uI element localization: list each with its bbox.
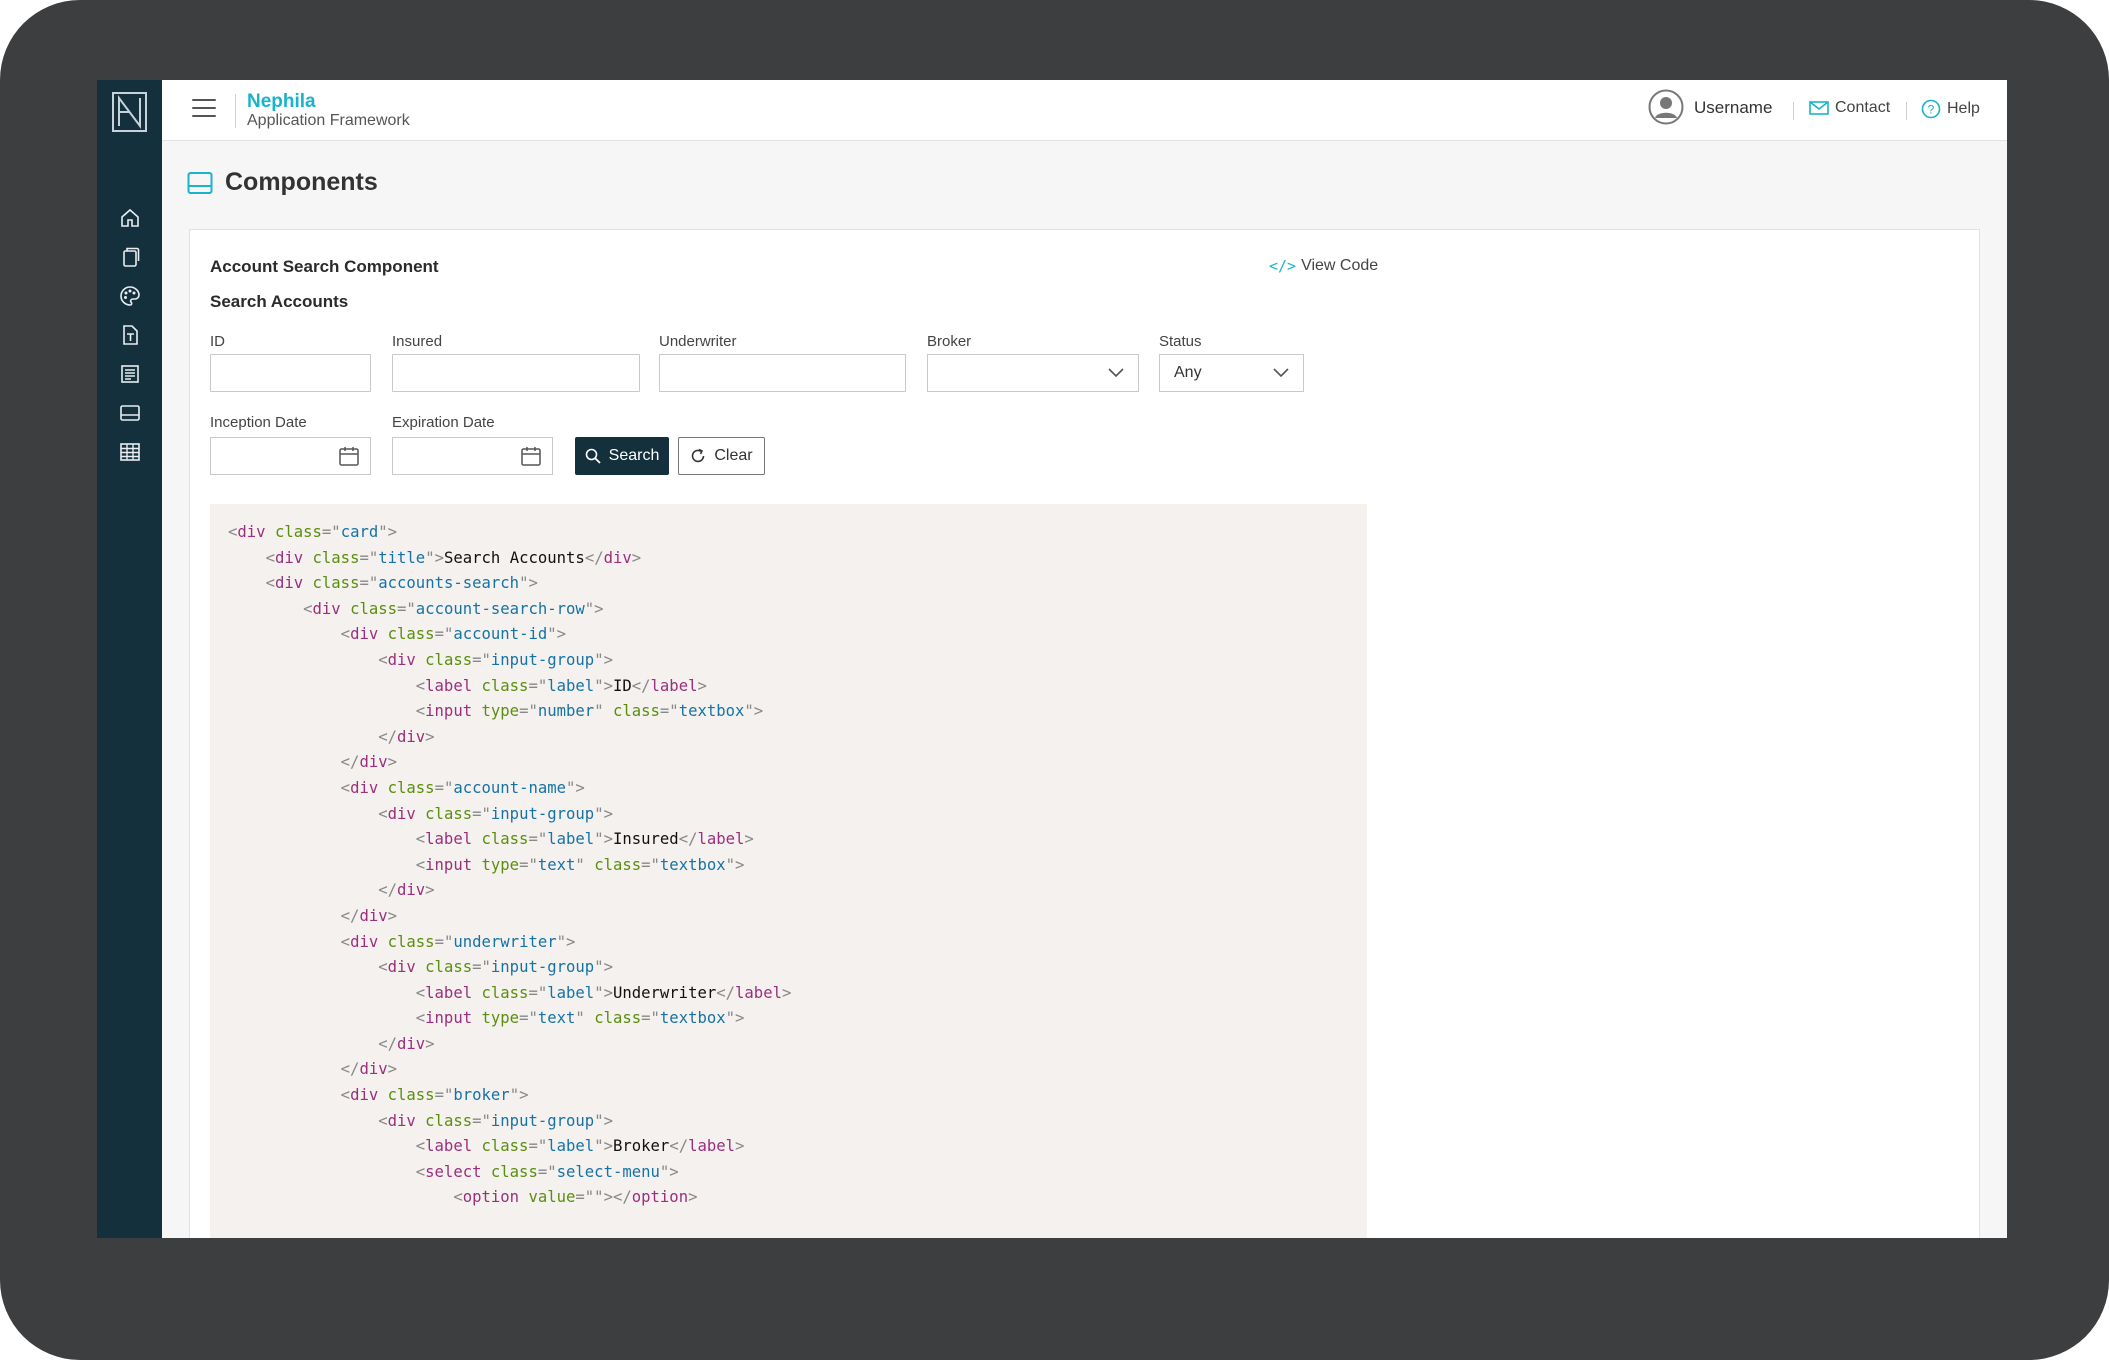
code-line: <div class="account-name"> [340,778,585,797]
search-accounts-title: Search Accounts [210,292,349,311]
top-bar: Nephila Application Framework Username C… [162,80,2007,141]
inception-date-input[interactable] [210,437,371,475]
card-title: Account Search Component [210,257,439,276]
code-icon: </> [1269,257,1297,275]
code-line: <input type="text" class="textbox"> [415,855,745,874]
brand-divider [235,94,236,128]
clear-button-label: Clear [714,447,753,464]
contact-link[interactable]: Contact [1809,99,1890,117]
code-line: <select class="select-menu"> [415,1162,679,1181]
status-select[interactable]: Any [1159,354,1304,392]
code-line: <label class="label">ID</label> [415,676,707,695]
expiration-date-label: Expiration Date [392,414,495,431]
code-line: <div class="card"> [228,523,398,541]
search-icon [585,448,601,464]
status-label: Status [1159,333,1202,350]
nav-divider [1793,102,1794,120]
code-line: <option value=""></option> [453,1188,698,1207]
calendar-icon[interactable] [338,445,360,467]
palette-icon [119,285,140,306]
code-line: <label class="label">Broker</label> [415,1137,745,1156]
clear-button[interactable]: Clear [678,437,765,475]
code-block: <div class="card"> <div class="title">Se… [210,504,1367,1238]
code-line: <div class="input-group"> [378,650,613,669]
help-link[interactable]: ? Help [1921,99,1980,119]
menu-toggle-button[interactable] [192,99,216,121]
code-line: <div class="input-group"> [378,804,613,823]
underwriter-label: Underwriter [659,333,737,350]
account-search-card: Account Search Component </> View Code S… [189,229,1980,1238]
user-avatar-icon[interactable] [1648,89,1684,125]
sidebar-item-components[interactable] [97,393,162,432]
status-selected-value: Any [1174,364,1202,381]
code-line: <input type="text" class="textbox"> [415,1009,745,1028]
code-line: <div class="title">Search Accounts</div> [265,548,642,567]
mail-icon [1809,101,1829,115]
expiration-date-input[interactable] [392,437,553,475]
search-button-label: Search [608,447,660,464]
broker-label: Broker [927,333,972,350]
brand-name[interactable]: Nephila [247,91,316,113]
underwriter-input[interactable] [659,354,906,392]
code-line: <div class="account-id"> [340,625,567,644]
code-line: </div> [378,727,435,746]
code-line: <div class="accounts-search"> [265,574,538,593]
help-icon: ? [1921,99,1941,119]
page-title: Components [225,168,378,196]
svg-text:?: ? [1928,103,1935,117]
nephila-logo[interactable] [112,92,147,132]
sidebar-item-typography[interactable] [97,315,162,354]
chevron-down-icon [1108,368,1124,378]
broker-select[interactable] [927,354,1139,392]
app-window: Nephila Application Framework Username C… [97,80,2007,1238]
sidebar-item-forms[interactable] [97,354,162,393]
username[interactable]: Username [1694,98,1772,118]
contact-label: Contact [1835,99,1891,116]
help-label: Help [1947,100,1980,117]
id-label: ID [210,333,225,350]
code-line: </div> [378,881,435,900]
home-icon [120,208,139,227]
code-line: <label class="label">Insured</label> [415,830,754,849]
code-line: <div class="account-search-row"> [303,599,604,618]
insured-label: Insured [392,333,443,350]
code-line: <label class="label">Underwriter</label> [415,983,792,1002]
inception-date-label: Inception Date [210,414,307,431]
code-line: </div> [340,906,398,925]
code-line: </div> [340,1060,398,1079]
pages-icon [122,247,139,267]
forms-icon [120,364,139,383]
hamburger-icon [192,99,216,101]
device-frame: Nephila Application Framework Username C… [0,0,2109,1360]
code-line: <div class="underwriter"> [340,932,576,951]
page-header: Components [187,168,378,197]
view-code-label: View Code [1301,257,1379,274]
brand-subtitle: Application Framework [247,112,410,129]
refresh-icon [692,448,705,463]
sidebar-item-tables[interactable] [97,432,162,471]
table-icon [119,442,140,461]
insured-input[interactable] [392,354,640,392]
sidebar-item-colors[interactable] [97,276,162,315]
id-input[interactable] [210,354,371,392]
typography-icon [122,324,138,345]
sidebar-item-pages[interactable] [97,237,162,276]
code-line: <div class="input-group"> [378,1111,613,1130]
sidebar-item-home[interactable] [97,198,162,237]
components-icon [187,171,213,194]
code-line: <div class="broker"> [340,1086,529,1105]
nav-divider [1906,102,1907,120]
calendar-icon[interactable] [520,445,542,467]
code-line: <div class="input-group"> [378,958,613,977]
view-code-button[interactable]: </> View Code [1269,257,1378,275]
search-button[interactable]: Search [575,437,669,475]
sidebar [97,80,162,1238]
components-icon [119,404,140,421]
code-line: </div> [340,753,398,772]
code-line: </div> [378,1034,435,1053]
code-line: <input type="number" class="textbox"> [415,702,764,721]
chevron-down-icon [1273,368,1289,378]
